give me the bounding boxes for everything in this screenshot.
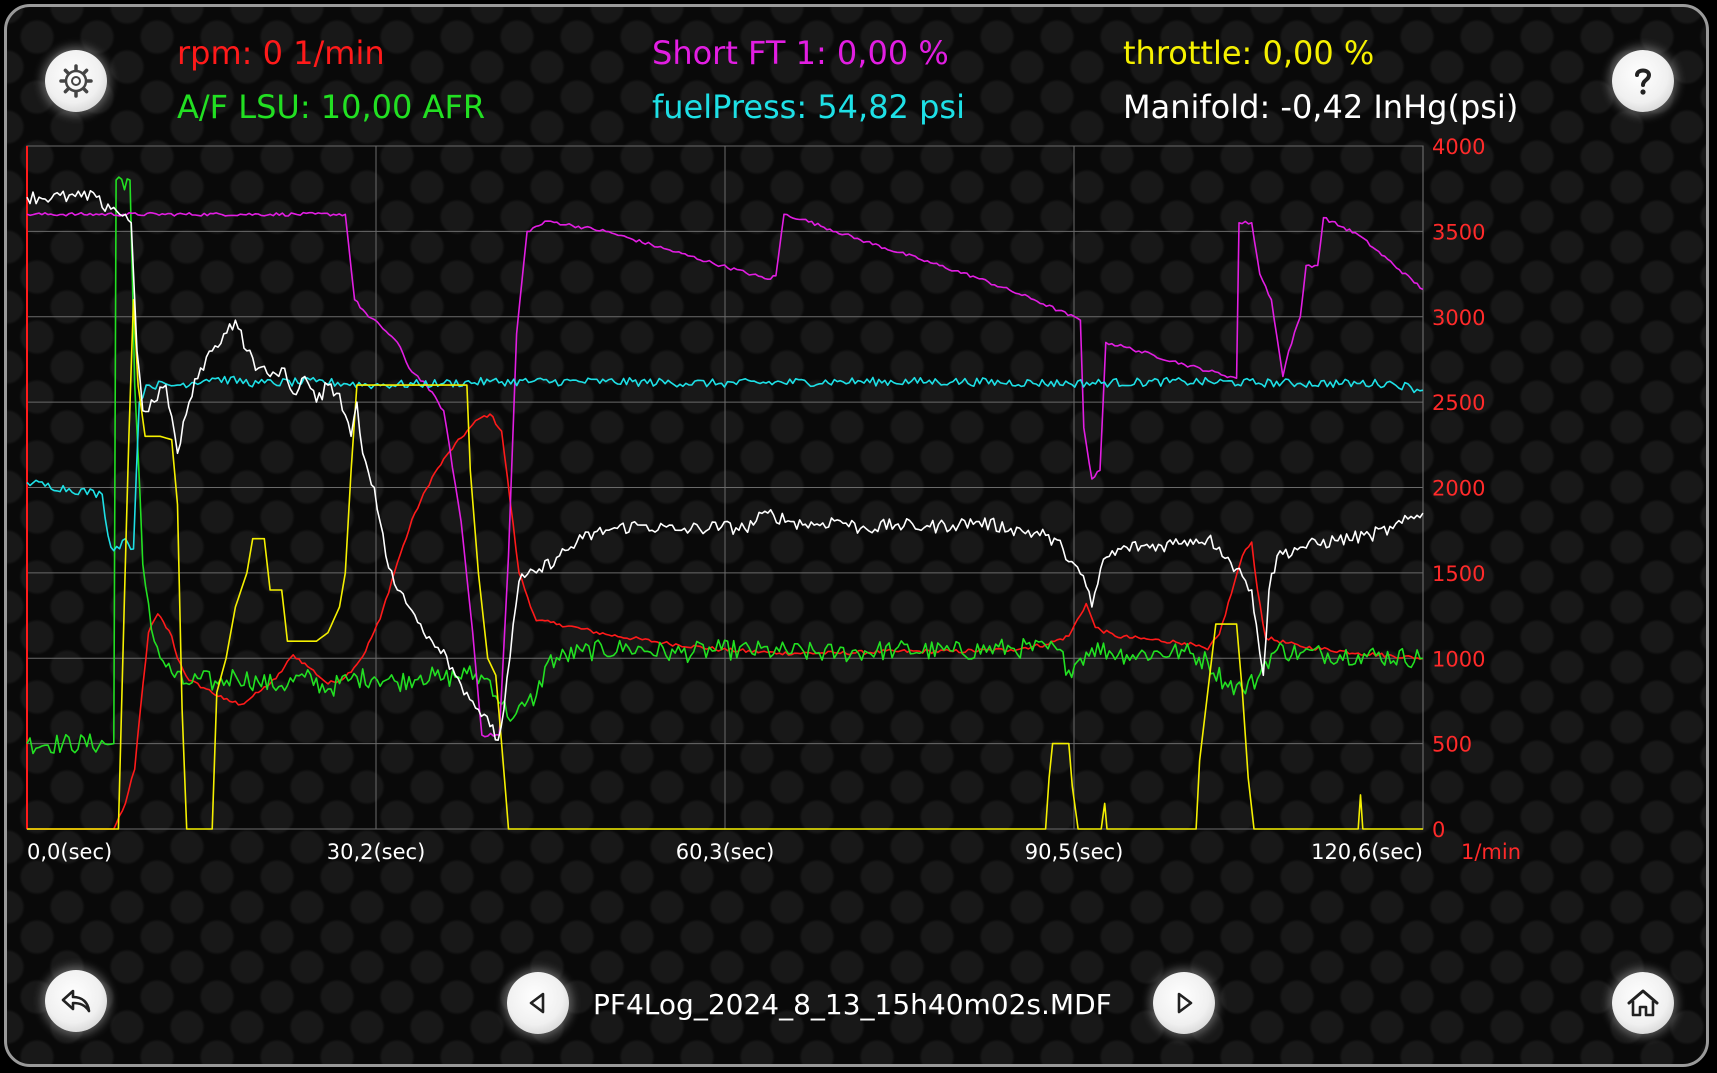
x-tick-label: 90,5(sec) — [1025, 840, 1124, 864]
triangle-right-icon — [1177, 992, 1193, 1014]
y-tick-label: 4000 — [1432, 135, 1485, 159]
y-tick-label: 2000 — [1432, 477, 1485, 501]
app-frame: 4000 3500 3000 2500 2000 1500 1000 500 0 0,0(sec)… — [4, 4, 1709, 1067]
home-button[interactable] — [1612, 972, 1674, 1034]
manifold-readout: Manifold: -0,42 InHg(psi) — [1123, 88, 1519, 126]
x-tick-label: 120,6(sec) — [1311, 840, 1423, 864]
y-tick-label: 2500 — [1432, 391, 1485, 415]
back-arrow-icon — [61, 989, 91, 1013]
fuel-press-readout: fuelPress: 54,82 psi — [652, 88, 965, 126]
short-ft-readout: Short FT 1: 0,00 % — [652, 34, 949, 72]
gear-icon — [59, 64, 93, 98]
next-file-button[interactable] — [1153, 972, 1215, 1034]
rpm-readout: rpm: 0 1/min — [177, 34, 385, 72]
af-lsu-readout: A/F LSU: 10,00 AFR — [177, 88, 486, 126]
x-tick-label: 0,0(sec) — [27, 840, 112, 864]
home-icon — [1627, 989, 1659, 1017]
back-button[interactable] — [45, 970, 107, 1032]
log-chart: 4000 3500 3000 2500 2000 1500 1000 500 0 0,0(sec)… — [26, 135, 1521, 864]
y-tick-label: 0 — [1432, 818, 1445, 842]
triangle-left-icon — [529, 992, 545, 1014]
help-button[interactable] — [1612, 50, 1674, 112]
question-icon — [1635, 68, 1652, 95]
x-tick-label: 60,3(sec) — [676, 840, 775, 864]
y-tick-label: 3500 — [1432, 220, 1485, 244]
x-tick-label: 30,2(sec) — [327, 840, 426, 864]
y-tick-label: 1000 — [1432, 647, 1485, 671]
prev-file-button[interactable] — [507, 972, 569, 1034]
y-tick-label: 1500 — [1432, 562, 1485, 586]
y-unit-label: 1/min — [1461, 840, 1521, 864]
file-name-label: PF4Log_2024_8_13_15h40m02s.MDF — [593, 988, 1112, 1021]
y-tick-label: 500 — [1432, 733, 1472, 757]
y-tick-label: 3000 — [1432, 306, 1485, 330]
settings-button[interactable] — [45, 50, 107, 112]
throttle-readout: throttle: 0,00 % — [1123, 34, 1375, 72]
